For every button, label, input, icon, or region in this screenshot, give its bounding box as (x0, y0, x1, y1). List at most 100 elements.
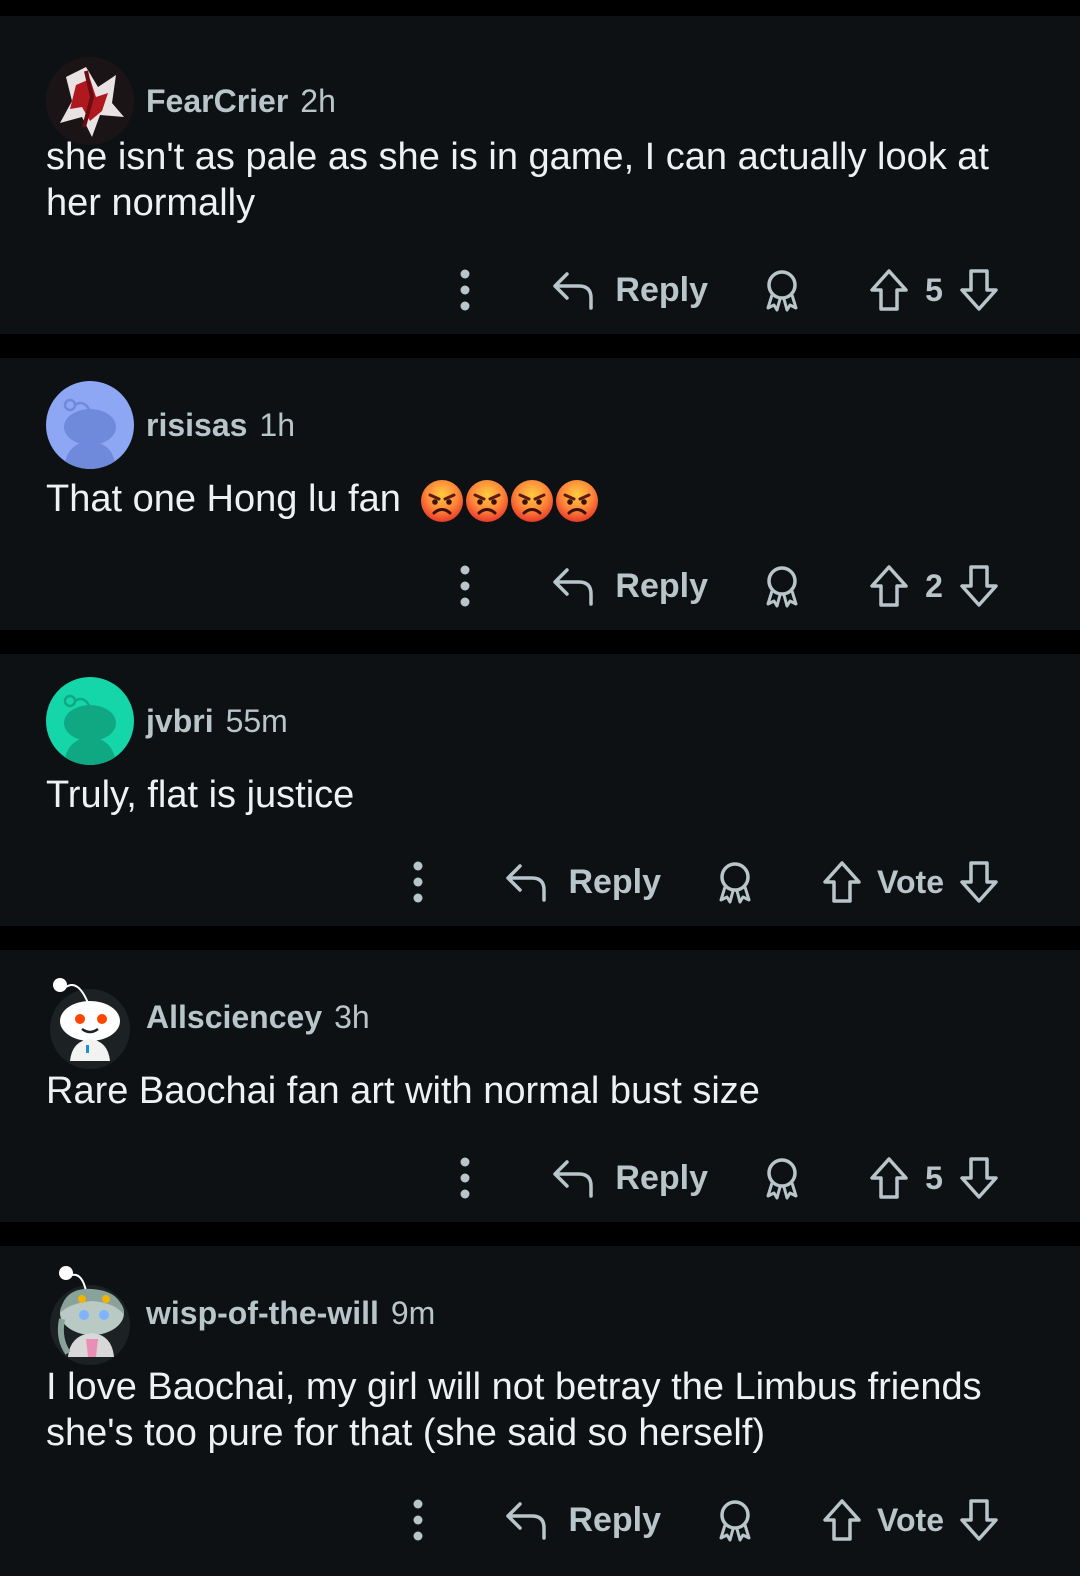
snoo-avatar-icon (46, 381, 134, 469)
comment-text: she isn't as pale as she is in game, I c… (46, 136, 989, 224)
user-avatar[interactable] (46, 381, 134, 469)
vote-count: 5 (925, 1159, 943, 1196)
upvote-arrow-icon[interactable] (821, 860, 863, 904)
action-bar: Reply 5 (455, 260, 1000, 320)
reply-label: Reply (568, 862, 662, 901)
timestamp: 1h (259, 406, 296, 443)
reply-arrow-icon (553, 1160, 594, 1198)
reply-label: Reply (615, 566, 708, 605)
more-options-button[interactable] (408, 860, 428, 904)
more-options-button[interactable] (408, 1498, 428, 1542)
angry-face-emoji-icon (511, 479, 554, 522)
timestamp: 3h (334, 998, 370, 1035)
action-bar: Reply 2 (455, 556, 1000, 616)
comment-text: Rare Baochai fan art with normal bust si… (46, 1070, 760, 1112)
timestamp: 2h (300, 82, 336, 119)
award-ribbon-icon (766, 270, 798, 312)
avatar-custom-image (46, 57, 134, 145)
more-options-button[interactable] (455, 268, 475, 312)
reply-arrow-icon (553, 568, 594, 606)
angry-face-emoji-icon (466, 479, 509, 522)
award-ribbon-icon (719, 1500, 751, 1542)
username[interactable]: jvbri (146, 703, 214, 740)
comment-text: I love Baochai, my girl will not betray … (46, 1366, 982, 1454)
angry-face-emoji-icon (556, 479, 599, 522)
comment-text-content: That one Hong lu fan (46, 478, 401, 520)
username[interactable]: risisas (146, 407, 247, 444)
more-vertical-icon (413, 861, 423, 903)
award-ribbon-icon (766, 566, 798, 608)
comment-header: Allsciencey 3h (46, 972, 370, 1069)
username[interactable]: Allsciencey (146, 999, 322, 1036)
reply-button[interactable]: Reply (551, 270, 708, 310)
downvote-arrow-icon[interactable] (958, 1498, 1000, 1542)
vote-group: Vote (821, 860, 1000, 904)
reply-button[interactable]: Reply (504, 862, 661, 902)
vote-group: 5 (868, 1156, 1000, 1200)
comment-header: risisas 1h (46, 380, 295, 470)
user-avatar[interactable] (46, 973, 134, 1069)
comment-feed: FearCrier 2h she isn't as pale as she is… (0, 0, 1080, 1576)
award-button[interactable] (762, 564, 802, 608)
more-vertical-icon (460, 269, 470, 311)
vote-label: Vote (877, 863, 944, 900)
reply-label: Reply (615, 270, 708, 309)
upvote-arrow-icon[interactable] (868, 564, 910, 608)
comment-card: risisas 1h That one Hong lu fan Reply 2 (0, 358, 1080, 630)
timestamp: 55m (225, 702, 288, 739)
vote-label: Vote (877, 1501, 944, 1538)
downvote-arrow-icon[interactable] (958, 564, 1000, 608)
reply-button[interactable]: Reply (504, 1500, 661, 1540)
snoo-avatar-icon (50, 978, 130, 1069)
user-avatar[interactable] (46, 1266, 134, 1365)
vote-group: 5 (868, 268, 1000, 312)
emoji-row (419, 478, 599, 524)
vote-count: 2 (925, 567, 943, 604)
reply-arrow-icon (506, 864, 547, 902)
angry-face-emoji-icon (421, 479, 464, 522)
comment-card: jvbri 55m Truly, flat is justice Reply V… (0, 654, 1080, 926)
comment-text: That one Hong lu fan (46, 476, 1036, 524)
reply-arrow-icon (553, 272, 594, 310)
comment-header: FearCrier 2h (46, 56, 336, 146)
award-button[interactable] (762, 268, 802, 312)
user-avatar[interactable] (46, 57, 134, 145)
snoo-avatar-icon (46, 677, 134, 765)
vote-group: Vote (821, 1498, 1000, 1542)
comment-card: Allsciencey 3h Rare Baochai fan art with… (0, 950, 1080, 1222)
reply-button[interactable]: Reply (551, 1158, 708, 1198)
comment-text: Truly, flat is justice (46, 774, 355, 816)
vote-group: 2 (868, 564, 1000, 608)
action-bar: Reply 5 (455, 1148, 1000, 1208)
comment-card: wisp-of-the-will 9m I love Baochai, my g… (0, 1246, 1080, 1576)
reply-arrow-icon (506, 1502, 547, 1540)
downvote-arrow-icon[interactable] (958, 1156, 1000, 1200)
reply-label: Reply (568, 1500, 662, 1539)
username[interactable]: FearCrier (146, 83, 288, 120)
award-button[interactable] (715, 860, 755, 904)
comment-header: jvbri 55m (46, 676, 288, 766)
reply-button[interactable]: Reply (551, 566, 708, 606)
more-options-button[interactable] (455, 1156, 475, 1200)
upvote-arrow-icon[interactable] (868, 1156, 910, 1200)
vote-count: 5 (925, 271, 943, 308)
more-options-button[interactable] (455, 564, 475, 608)
downvote-arrow-icon[interactable] (958, 860, 1000, 904)
more-vertical-icon (413, 1499, 423, 1541)
comment-card: FearCrier 2h she isn't as pale as she is… (0, 16, 1080, 334)
upvote-arrow-icon[interactable] (821, 1498, 863, 1542)
award-button[interactable] (715, 1498, 755, 1542)
user-avatar[interactable] (46, 677, 134, 765)
downvote-arrow-icon[interactable] (958, 268, 1000, 312)
action-bar: Reply Vote (408, 852, 1000, 912)
upvote-arrow-icon[interactable] (868, 268, 910, 312)
snoo-avatar-icon (50, 1266, 130, 1365)
award-ribbon-icon (766, 1158, 798, 1200)
action-bar: Reply Vote (408, 1490, 1000, 1550)
timestamp: 9m (390, 1294, 436, 1331)
reply-label: Reply (615, 1158, 708, 1197)
award-ribbon-icon (719, 862, 751, 904)
username[interactable]: wisp-of-the-will (146, 1295, 379, 1332)
award-button[interactable] (762, 1156, 802, 1200)
more-vertical-icon (460, 565, 470, 607)
